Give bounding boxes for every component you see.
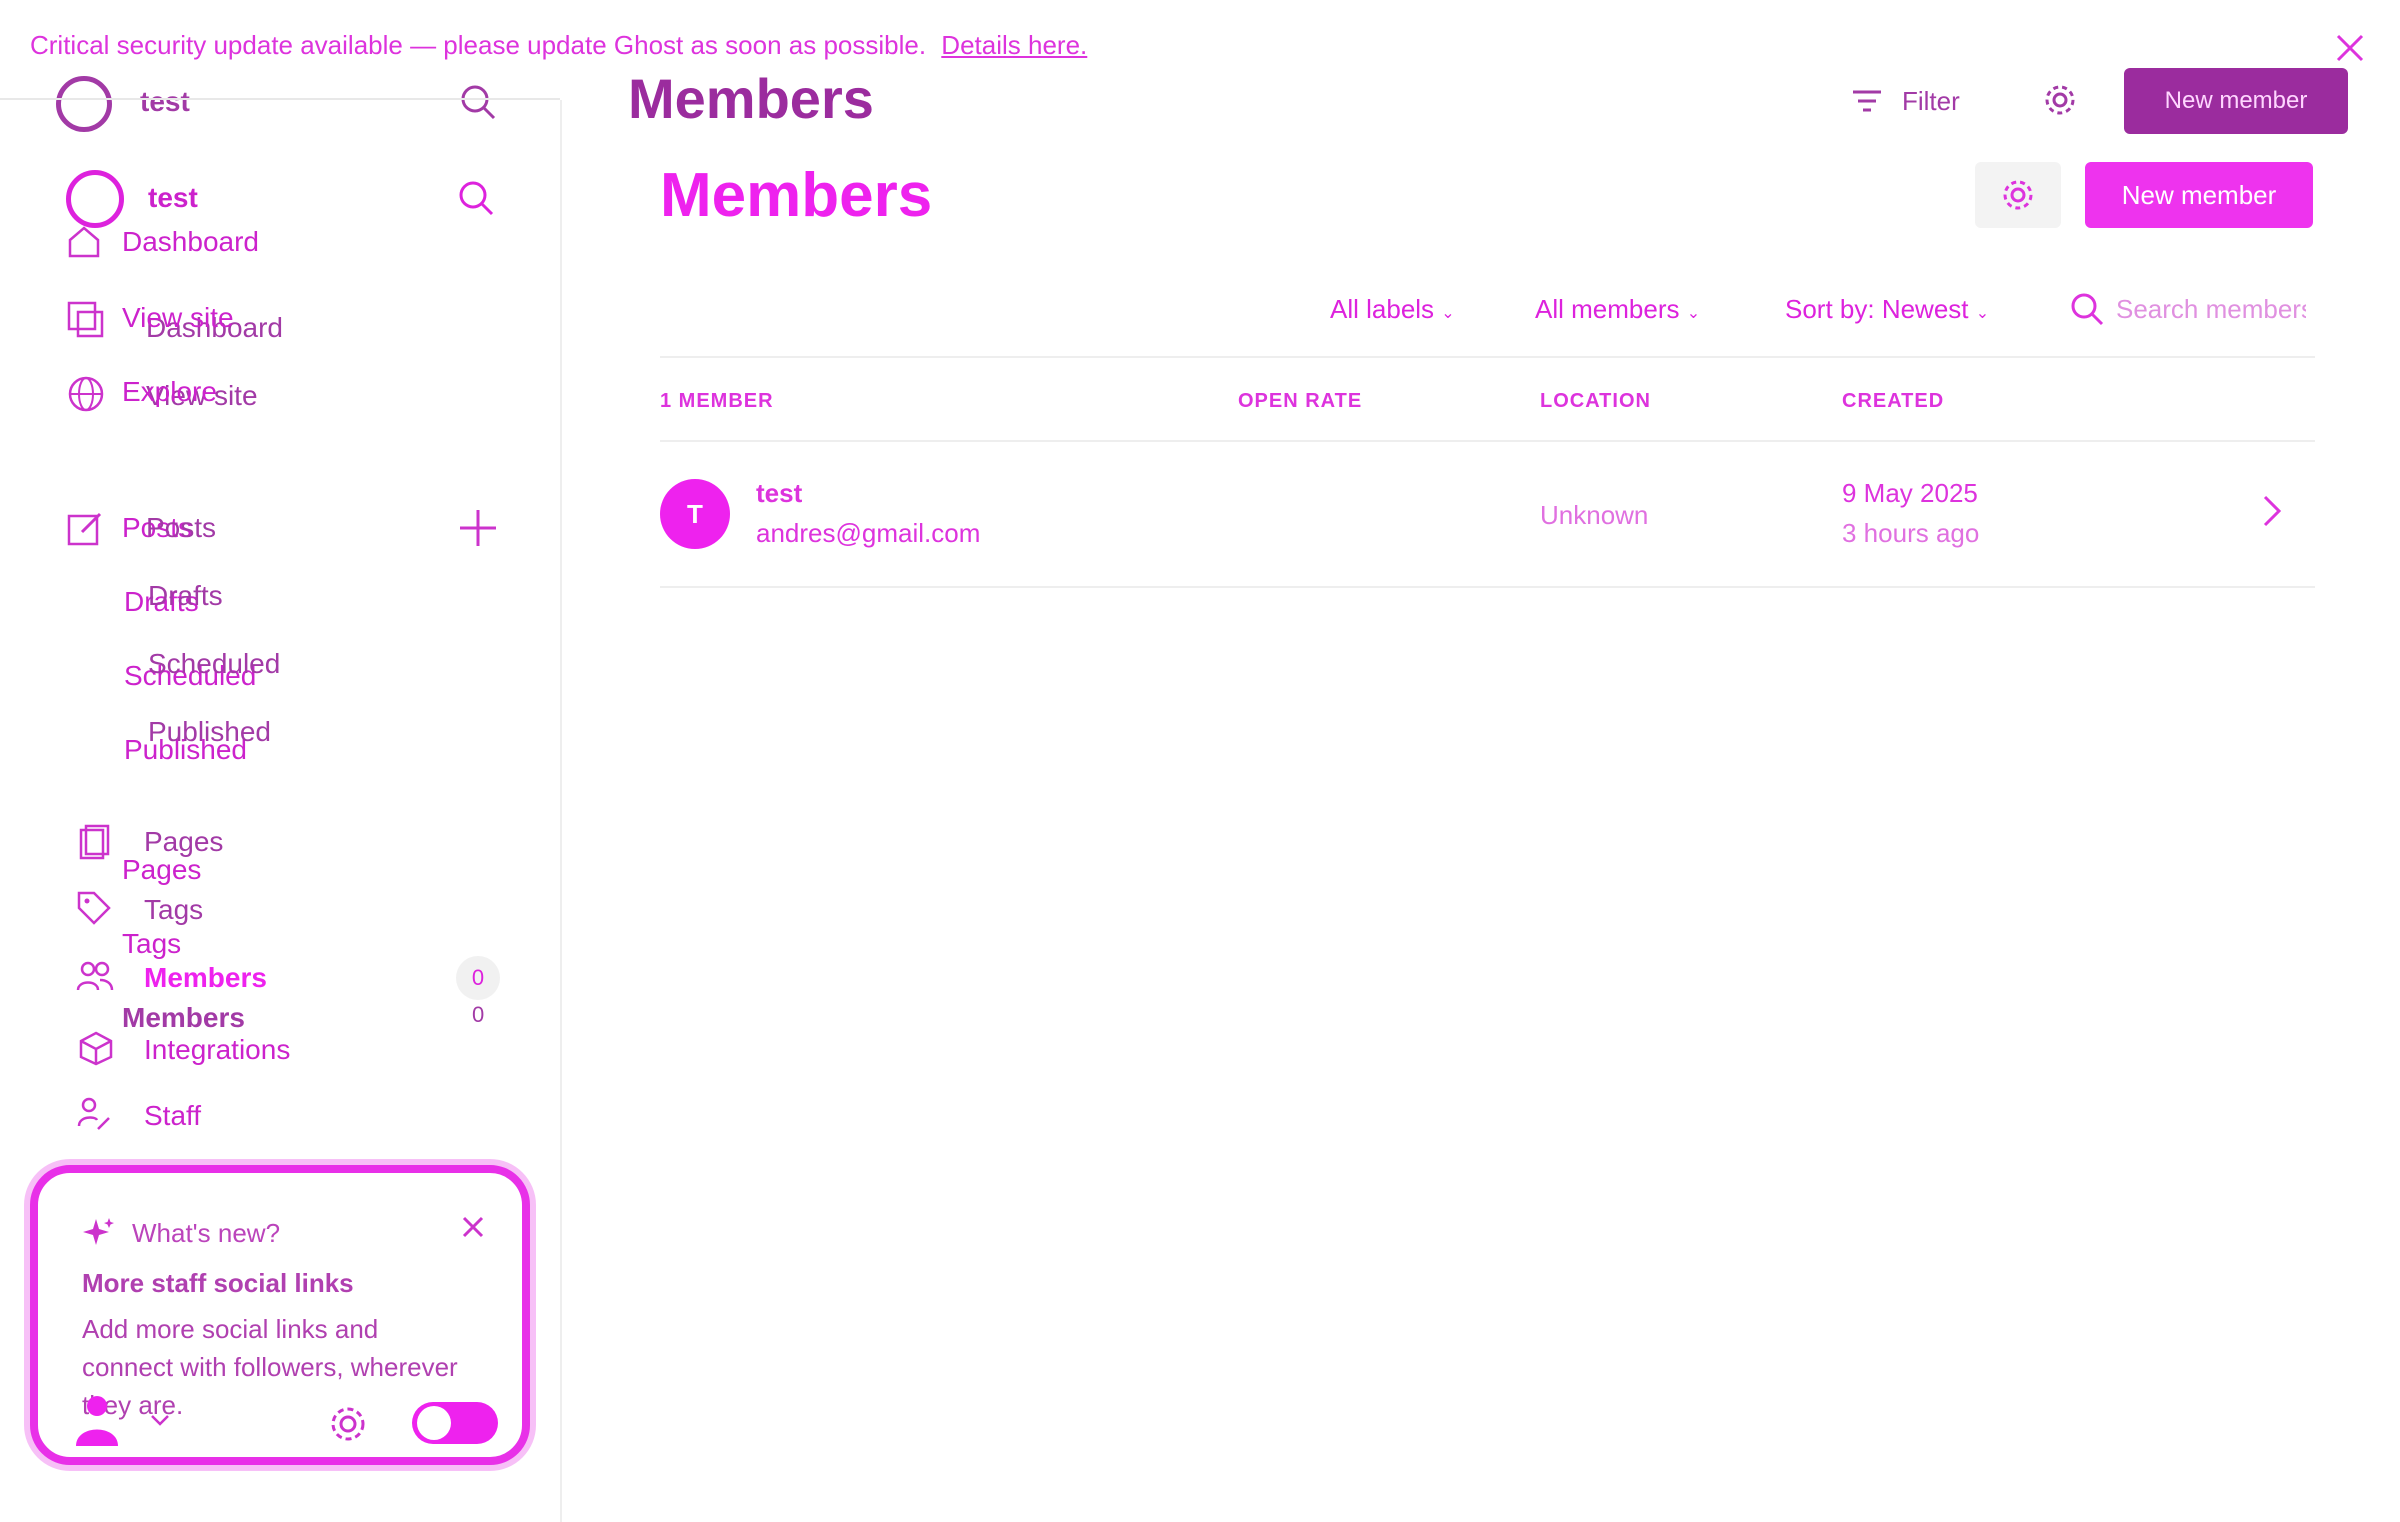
member-search-input[interactable]	[2114, 286, 2308, 332]
col-header-location[interactable]: LOCATION	[1540, 390, 1651, 413]
banner-details-link[interactable]: Details here.	[941, 30, 1087, 60]
members-settings-button[interactable]	[1975, 162, 2061, 228]
update-banner: Critical security update available — ple…	[30, 30, 1087, 61]
explore-icon	[66, 374, 106, 414]
new-post-plus-icon[interactable]	[458, 508, 498, 548]
ghost-sidebar-drafts: Drafts	[148, 580, 223, 611]
member-created-ago: 3 hours ago	[1842, 518, 1980, 548]
ghost-sidebar-posts: Posts	[146, 512, 217, 543]
sort-label: Sort by: Newest	[1785, 294, 1969, 324]
sidebar-item-explore[interactable]: Explore	[122, 376, 217, 408]
member-name: test	[756, 478, 803, 508]
whats-new-heading: More staff social links	[82, 1268, 354, 1298]
night-mode-toggle[interactable]	[410, 1400, 500, 1446]
sidebar-item-staff[interactable]: Staff	[144, 1100, 201, 1132]
sidebar-item-members[interactable]: Members	[144, 962, 267, 994]
gear-icon	[2003, 180, 2033, 210]
col-header-member[interactable]: 1 MEMBER	[660, 390, 774, 413]
avatar: T	[660, 479, 730, 549]
sidebar-item-view-site[interactable]: View site	[122, 302, 234, 334]
sidebar-item-dashboard[interactable]: Dashboard	[122, 226, 259, 258]
ghost-sidebar-tags: Tags	[144, 894, 204, 925]
ghost-filter-icon	[1850, 86, 1884, 116]
row-divider	[660, 586, 2315, 588]
banner-text: Critical security update available — ple…	[30, 30, 927, 60]
members-icon	[76, 960, 114, 992]
ghost-gear-icon	[2042, 82, 2078, 118]
banner-close-icon[interactable]	[2332, 30, 2368, 66]
whats-new-close-icon[interactable]	[460, 1214, 486, 1240]
ghost-sidebar-published: Published	[148, 716, 271, 747]
table-row[interactable]	[660, 444, 2315, 586]
page-title: Members	[660, 161, 933, 230]
sidebar-item-tags[interactable]: Tags	[122, 928, 181, 960]
site-name[interactable]: test	[148, 182, 198, 214]
col-header-created[interactable]: CREATED	[1842, 390, 1944, 413]
search-icon	[2071, 293, 2104, 326]
members-filter-dropdown[interactable]: All members ⌄	[1535, 294, 1700, 325]
member-email: andres@gmail.com	[756, 518, 981, 548]
whats-new-body: Add more social links and connect with f…	[82, 1314, 458, 1420]
members-filter-label: All members	[1535, 294, 1680, 324]
posts-icon	[66, 508, 106, 548]
chevron-down-icon: ⌄	[1441, 305, 1455, 322]
ghost-new-member-button: New member	[2124, 68, 2348, 134]
chevron-down-icon: ⌄	[1975, 305, 1990, 322]
members-count-badge: 0	[456, 956, 500, 1000]
settings-gear-icon[interactable]	[328, 1404, 368, 1444]
search-icon[interactable]	[456, 178, 496, 218]
filter-divider	[660, 356, 2315, 358]
user-avatar-icon[interactable]	[72, 1390, 122, 1450]
ghost-sidebar-scheduled: Scheduled	[148, 648, 281, 679]
tags-icon	[76, 890, 112, 926]
ghost-members-count: 0	[472, 1002, 485, 1027]
member-search[interactable]	[2058, 278, 2310, 340]
view-site-icon	[66, 300, 106, 340]
staff-icon	[76, 1096, 112, 1132]
col-header-open-rate[interactable]: OPEN RATE	[1238, 390, 1362, 413]
sidebar-item-integrations[interactable]: Integrations	[144, 1034, 290, 1066]
header-divider	[660, 440, 2315, 442]
pages-icon	[78, 824, 112, 860]
ghost-filter-label: Filter	[1902, 86, 1960, 116]
ghost-sidebar-members: Members	[122, 1002, 245, 1033]
sidebar-item-pages[interactable]: Pages	[122, 854, 201, 886]
member-created-date: 9 May 2025	[1842, 478, 1978, 508]
chevron-down-icon: ⌄	[1686, 305, 1701, 322]
whats-new-label: What's new?	[132, 1218, 281, 1248]
labels-filter-dropdown[interactable]: All labels ⌄	[1330, 294, 1455, 325]
user-menu-chevron-icon[interactable]	[150, 1414, 170, 1428]
ghost-page-title: Members	[628, 67, 874, 130]
chevron-right-icon[interactable]	[2262, 494, 2282, 528]
site-logo	[66, 170, 124, 228]
sparkle-icon	[82, 1216, 116, 1250]
integrations-icon	[78, 1030, 114, 1066]
new-member-button[interactable]: New member	[2085, 162, 2313, 228]
dashboard-icon	[66, 224, 102, 260]
sort-dropdown[interactable]: Sort by: Newest ⌄	[1785, 294, 1989, 325]
member-location: Unknown	[1540, 500, 1649, 530]
labels-filter-label: All labels	[1330, 294, 1435, 324]
